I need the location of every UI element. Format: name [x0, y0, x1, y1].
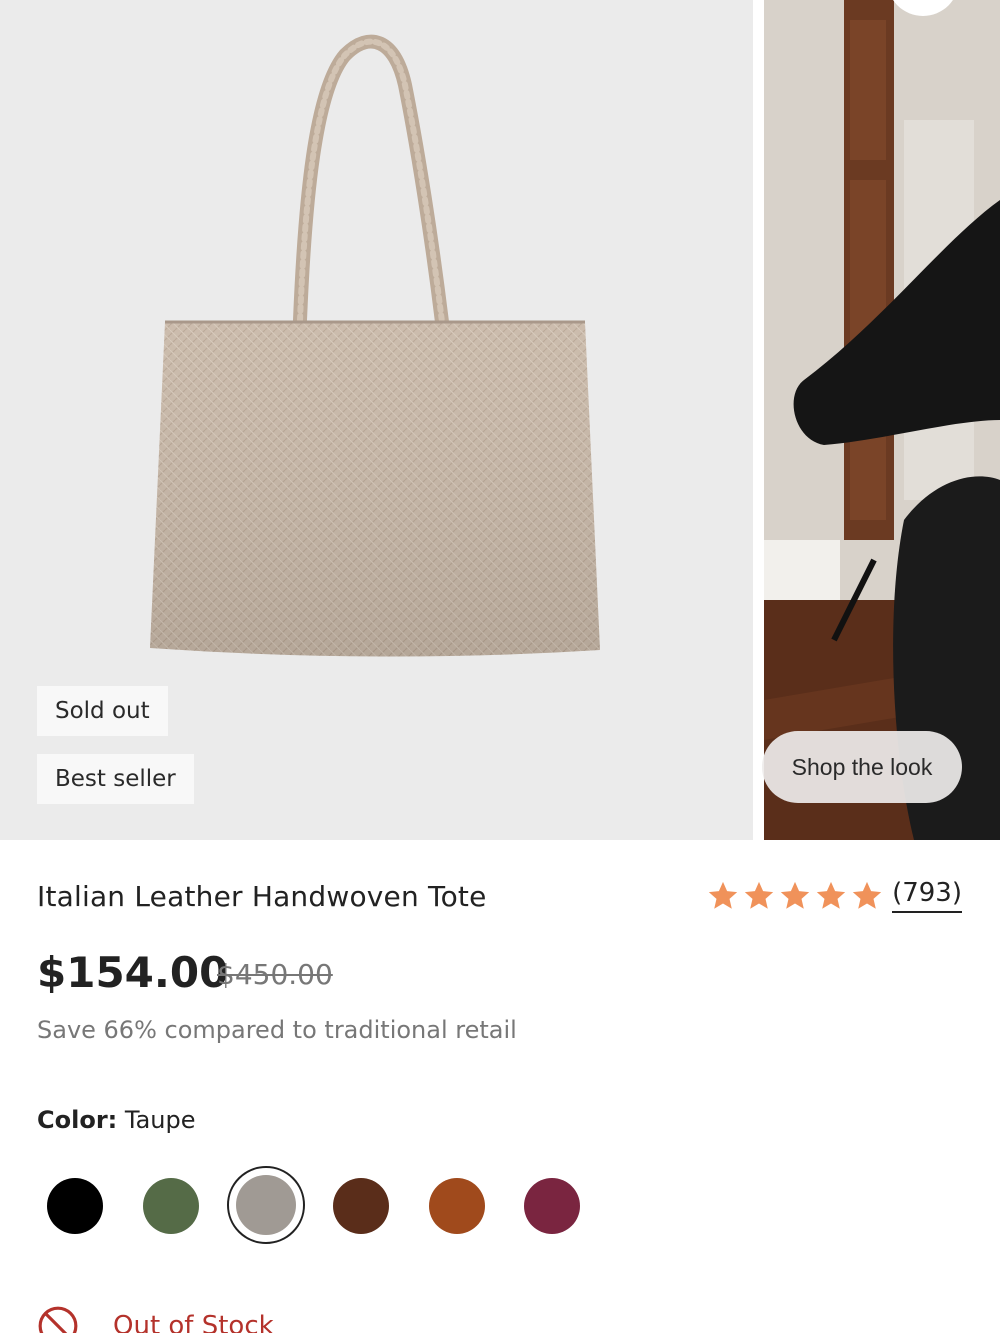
- savings-text: Save 66% compared to traditional retail: [37, 1016, 517, 1044]
- color-swatch-cognac[interactable]: [429, 1178, 485, 1234]
- stock-status-text: Out of Stock: [113, 1311, 274, 1333]
- compare-at-price: $450.00: [217, 958, 333, 991]
- sold-out-badge: Sold out: [37, 686, 168, 736]
- color-swatch-taupe-fill: [236, 1175, 296, 1235]
- star-icon: [744, 881, 774, 909]
- color-swatch-green[interactable]: [143, 1178, 199, 1234]
- color-swatch-taupe[interactable]: [227, 1166, 305, 1244]
- model-photo: [764, 0, 1000, 840]
- sale-price: $154.00: [37, 948, 229, 997]
- star-icon: [708, 881, 738, 909]
- shop-the-look-button[interactable]: Shop the look: [762, 731, 962, 803]
- star-icon: [816, 881, 846, 909]
- product-rating[interactable]: (793): [706, 878, 962, 913]
- color-swatches: [0, 1165, 620, 1245]
- star-icon: [852, 881, 882, 909]
- review-count-link[interactable]: (793): [892, 878, 962, 913]
- product-image-lifestyle[interactable]: [764, 0, 1000, 840]
- selected-color-name: Taupe: [124, 1106, 196, 1134]
- product-title: Italian Leather Handwoven Tote: [37, 880, 487, 913]
- color-swatch-black[interactable]: [47, 1178, 103, 1234]
- color-swatch-burgundy[interactable]: [524, 1178, 580, 1234]
- color-swatch-brown[interactable]: [333, 1178, 389, 1234]
- unavailable-icon: [38, 1306, 78, 1333]
- stock-status: Out of Stock: [37, 1305, 274, 1333]
- best-seller-badge: Best seller: [37, 754, 194, 804]
- product-image-gallery[interactable]: Sold out Best seller Shop the look: [0, 0, 1000, 840]
- color-label: Color: Taupe: [37, 1106, 196, 1134]
- star-rating: [706, 879, 884, 913]
- product-image-main[interactable]: Sold out Best seller: [0, 0, 753, 840]
- star-icon: [780, 881, 810, 909]
